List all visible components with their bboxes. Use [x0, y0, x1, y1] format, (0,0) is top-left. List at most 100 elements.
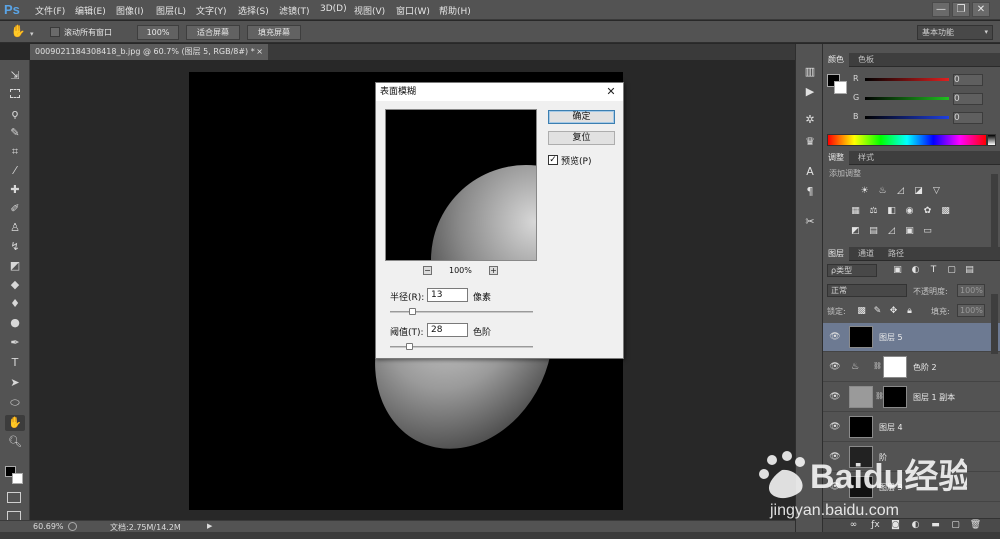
hand-tool-preset-icon[interactable]: ✋: [8, 24, 28, 40]
type-tool-icon[interactable]: T: [5, 355, 25, 371]
exposure-icon[interactable]: ◪: [912, 186, 925, 197]
lock-pixels-icon[interactable]: ✎: [871, 306, 884, 317]
ok-button[interactable]: 确定: [548, 110, 615, 124]
spot-healing-tool-icon[interactable]: ✚: [5, 182, 25, 198]
photo-filter-icon[interactable]: ◉: [903, 206, 916, 217]
crop-tool-icon[interactable]: ⌗: [5, 144, 25, 160]
paint-bucket-tool-icon[interactable]: ◆: [5, 277, 25, 293]
status-menu-arrow-icon[interactable]: ▶: [207, 522, 212, 530]
brush-presets-icon[interactable]: ♛: [800, 134, 820, 150]
color-lookup-icon[interactable]: ▩: [939, 206, 952, 217]
menu-window[interactable]: 窗口(W): [396, 4, 430, 17]
layer-filter-select[interactable]: ρ类型: [827, 264, 877, 277]
color-bg-swatch[interactable]: [834, 81, 847, 94]
channel-g-value[interactable]: 0: [953, 93, 983, 105]
menu-3d[interactable]: 3D(D): [320, 4, 347, 14]
selective-color-icon[interactable]: ▣: [903, 226, 916, 237]
gradient-map-icon[interactable]: ▭: [921, 226, 934, 237]
close-tab-icon[interactable]: ×: [256, 44, 263, 60]
clone-stamp-tool-icon[interactable]: ♙: [5, 220, 25, 236]
threshold-input[interactable]: 28: [427, 323, 468, 337]
layer-row[interactable]: 👁︎ 图层 5: [823, 323, 1000, 352]
close-window-button[interactable]: ✕: [972, 2, 990, 17]
tab-color[interactable]: 颜色: [823, 53, 849, 67]
channel-g-slider[interactable]: [865, 97, 949, 100]
marquee-tool-icon[interactable]: [5, 87, 25, 103]
channel-mixer-icon[interactable]: ✿: [921, 206, 934, 217]
eye-icon[interactable]: 👁︎: [829, 392, 841, 402]
zoom-level[interactable]: 60.69%: [33, 522, 64, 531]
menu-layer[interactable]: 图层(L): [156, 4, 186, 17]
filter-type-icon[interactable]: T: [927, 265, 940, 276]
paragraph-panel-icon[interactable]: ¶: [800, 184, 820, 200]
ellipse-tool-icon[interactable]: ⬭: [5, 395, 25, 411]
filter-smart-icon[interactable]: ▤: [963, 265, 976, 276]
channel-r-slider[interactable]: [865, 78, 949, 81]
path-select-tool-icon[interactable]: ➤: [5, 375, 25, 391]
filter-shape-icon[interactable]: ▢: [945, 265, 958, 276]
zoom-100-button[interactable]: 100%: [137, 25, 179, 40]
lock-all-icon[interactable]: 🔒︎: [903, 306, 916, 317]
menu-select[interactable]: 选择(S): [238, 4, 269, 17]
threshold-icon[interactable]: ◿: [885, 226, 898, 237]
invert-icon[interactable]: ◩: [849, 226, 862, 237]
history-brush-tool-icon[interactable]: ↯: [5, 239, 25, 255]
levels-icon[interactable]: ♨: [876, 186, 889, 197]
layer-row[interactable]: 👁︎ ⛓ 图层 1 副本: [823, 383, 1000, 412]
status-info-icon[interactable]: [68, 522, 77, 531]
background-color-swatch[interactable]: [12, 473, 23, 484]
pen-tool-icon[interactable]: ✒: [5, 335, 25, 351]
brush-tool-icon[interactable]: ✐: [5, 201, 25, 217]
filter-preview[interactable]: [385, 109, 537, 261]
hue-saturation-icon[interactable]: ▦: [849, 206, 862, 217]
tab-paths[interactable]: 路径: [883, 247, 909, 261]
layer-row[interactable]: 👁︎ ♨ ⛓ 色阶 2: [823, 353, 1000, 382]
character-panel-icon[interactable]: A: [800, 164, 820, 180]
zoom-tool-icon[interactable]: 🔍︎: [5, 434, 25, 450]
fit-screen-button[interactable]: 适合屏幕: [186, 25, 240, 40]
tool-presets-icon[interactable]: ✂: [800, 214, 820, 230]
layer-row[interactable]: 👁︎ 图层 4: [823, 413, 1000, 442]
curves-icon[interactable]: ◿: [894, 186, 907, 197]
eyedropper-tool-icon[interactable]: ⁄: [5, 163, 25, 179]
color-balance-icon[interactable]: ⚖: [867, 206, 880, 217]
delete-layer-icon[interactable]: 🗑︎: [969, 520, 982, 531]
zoom-out-button[interactable]: −: [423, 266, 432, 275]
eye-icon[interactable]: 👁︎: [829, 422, 841, 432]
eraser-tool-icon[interactable]: ◩: [5, 258, 25, 274]
eye-icon[interactable]: 👁︎: [829, 362, 841, 372]
filter-adjust-icon[interactable]: ◐: [909, 265, 922, 276]
posterize-icon[interactable]: ▤: [867, 226, 880, 237]
preset-dropdown-icon[interactable]: ▾: [30, 30, 34, 38]
tab-layers[interactable]: 图层: [823, 247, 849, 261]
opacity-field[interactable]: 100%: [957, 284, 985, 297]
hand-tool-icon[interactable]: ✋: [5, 415, 25, 431]
dialog-close-icon[interactable]: ✕: [604, 85, 618, 99]
channel-b-slider[interactable]: [865, 116, 949, 119]
menu-view[interactable]: 视图(V): [354, 4, 385, 17]
radius-input[interactable]: 13: [427, 288, 468, 302]
color-spectrum-bar[interactable]: [827, 134, 987, 146]
tab-swatches[interactable]: 色板: [853, 53, 879, 67]
zoom-in-button[interactable]: +: [489, 266, 498, 275]
restore-button[interactable]: ❐: [952, 2, 970, 17]
scroll-all-checkbox[interactable]: [50, 27, 60, 37]
gray-ramp[interactable]: [987, 134, 996, 146]
radius-slider-thumb[interactable]: [408, 308, 416, 315]
menu-image[interactable]: 图像(I): [116, 4, 144, 17]
minimize-button[interactable]: —: [932, 2, 950, 17]
layers-scrollbar[interactable]: [991, 294, 998, 354]
lock-position-icon[interactable]: ✥: [887, 306, 900, 317]
threshold-slider-thumb[interactable]: [405, 343, 413, 350]
dodge-tool-icon[interactable]: ●: [5, 315, 25, 331]
history-panel-icon[interactable]: ▥: [800, 64, 820, 80]
quick-mask-icon[interactable]: [7, 492, 21, 503]
lasso-tool-icon[interactable]: ϙ: [5, 106, 25, 122]
menu-file[interactable]: 文件(F): [35, 4, 65, 17]
fill-screen-button[interactable]: 填充屏幕: [247, 25, 301, 40]
menu-help[interactable]: 帮助(H): [439, 4, 471, 17]
brush-panel-icon[interactable]: ✲: [800, 112, 820, 128]
menu-edit[interactable]: 编辑(E): [75, 4, 106, 17]
blend-mode-select[interactable]: 正常: [827, 284, 907, 297]
reset-button[interactable]: 复位: [548, 131, 615, 145]
